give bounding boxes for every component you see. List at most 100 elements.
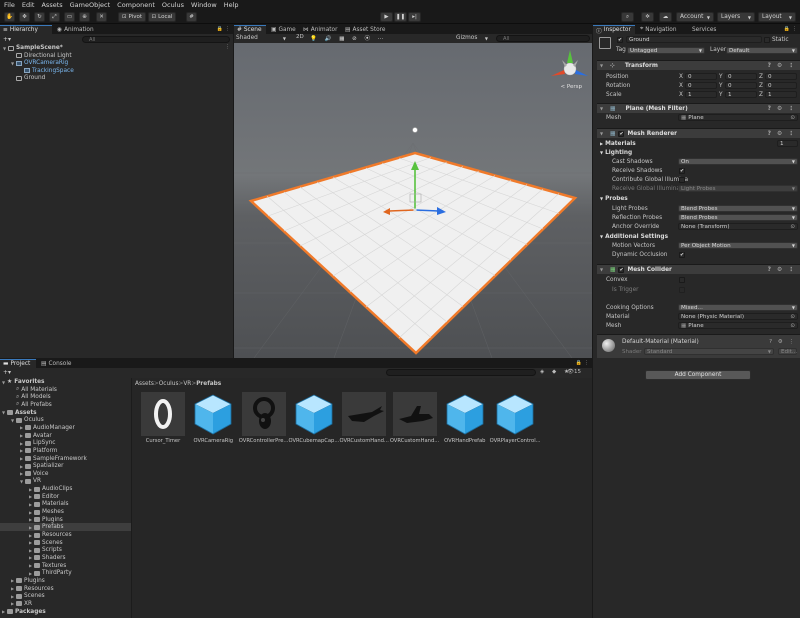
lock-icon[interactable]: 🔒: [576, 360, 582, 366]
perspective-label[interactable]: < Persp: [561, 84, 582, 90]
play-button[interactable]: ▶: [380, 12, 393, 22]
tab-game[interactable]: ▣ Game: [268, 25, 298, 34]
add-icon[interactable]: +▾: [3, 36, 11, 43]
receive-shadows-checkbox[interactable]: ✔: [679, 168, 685, 174]
transform-header[interactable]: ▼ ⊹ Transform ? ⚙ ⋮: [597, 60, 800, 70]
rotate-tool-icon[interactable]: ↻: [34, 12, 45, 22]
scene-toggles-icons[interactable]: 💡 🔊 ▦ ⊘ ⦿ ⋯: [310, 34, 386, 42]
menu-component[interactable]: Component: [117, 1, 155, 9]
menu-edit[interactable]: Edit: [22, 1, 35, 9]
tab-hierarchy[interactable]: ≡ Hierarchy: [0, 25, 52, 34]
mesh-filter-header[interactable]: ▼ ▦ Plane (Mesh Filter) ? ⚙ ⋮: [597, 103, 800, 113]
transform-position-y-field[interactable]: 0: [725, 73, 757, 80]
tab-console[interactable]: ▤ Console: [38, 359, 74, 368]
cast-shadows-dropdown[interactable]: On ▼: [678, 158, 798, 165]
materials-count-field[interactable]: 1: [777, 140, 798, 147]
object-picker-icon[interactable]: ⊙: [790, 115, 795, 120]
more-menu-icon[interactable]: ⋮: [225, 26, 230, 32]
scene-menu-icon[interactable]: ⋮: [225, 44, 230, 50]
tab-animation[interactable]: ◉ Animation: [54, 25, 102, 34]
layer-dropdown[interactable]: Default ▼: [726, 47, 798, 54]
additional-settings-foldout[interactable]: ▼ Additional Settings: [600, 234, 668, 240]
tab-asset-store[interactable]: ▤ Asset Store: [342, 25, 390, 34]
asset-item[interactable]: OVRPlayerControl...: [488, 392, 541, 452]
static-checkbox[interactable]: [764, 37, 770, 43]
mesh-field[interactable]: ▦ Plane ⊙: [678, 114, 798, 121]
menu-file[interactable]: File: [4, 1, 15, 9]
object-picker-icon[interactable]: ⊙: [790, 314, 795, 319]
shader-dropdown[interactable]: Standard ▼: [644, 348, 774, 355]
menu-help[interactable]: Help: [224, 1, 239, 9]
asset-item[interactable]: OVRHandPrefab: [438, 392, 488, 452]
project-search-input[interactable]: [386, 369, 536, 376]
convex-checkbox[interactable]: [679, 277, 685, 283]
collider-material-field[interactable]: None (Physic Material) ⊙: [678, 313, 798, 320]
shading-mode-dropdown[interactable]: Shaded ▼: [236, 34, 286, 42]
add-component-button[interactable]: Add Component: [645, 370, 751, 380]
transform-scale-z-field[interactable]: 1: [765, 91, 797, 98]
tab-scene[interactable]: # Scene: [234, 25, 266, 34]
tag-dropdown[interactable]: Untagged ▼: [627, 47, 705, 54]
lock-icon[interactable]: 🔒: [217, 26, 223, 32]
asset-item[interactable]: OVRCustomHand...: [337, 392, 389, 452]
component-menu-icon[interactable]: ? ⚙ ⋮: [768, 267, 796, 273]
cooking-options-dropdown[interactable]: Mixed... ▼: [678, 304, 798, 311]
lock-icon[interactable]: 🔒: [784, 26, 790, 32]
tab-animator[interactable]: ⋈ Animator: [300, 25, 340, 34]
hierarchy-search-input[interactable]: All: [82, 36, 230, 43]
hierarchy-item[interactable]: Ground: [0, 74, 233, 82]
mesh-collider-header[interactable]: ▼ ▦ ✔ Mesh Collider ? ⚙ ⋮: [597, 264, 800, 274]
pause-button[interactable]: ❚❚: [394, 12, 407, 22]
more-menu-icon[interactable]: ⋮: [584, 360, 589, 366]
materials-foldout[interactable]: ▶ Materials: [600, 141, 636, 147]
add-icon[interactable]: +▾: [3, 369, 11, 376]
collab-icon[interactable]: ✲: [641, 12, 654, 22]
light-probes-dropdown[interactable]: Blend Probes ▼: [678, 205, 798, 212]
component-menu-icon[interactable]: ? ⚙ ⋮: [768, 131, 796, 137]
menu-assets[interactable]: Assets: [41, 1, 62, 9]
visibility-icon[interactable]: 👁15: [567, 369, 581, 375]
asset-item[interactable]: Cursor_Timer: [136, 392, 186, 452]
object-picker-icon[interactable]: ⊙: [790, 224, 795, 229]
mode-2d-toggle[interactable]: 2D: [296, 34, 304, 42]
mesh-collider-enabled-checkbox[interactable]: ✔: [618, 266, 625, 273]
transform-rotation-z-field[interactable]: 0: [765, 82, 797, 89]
transform-position-x-field[interactable]: 0: [685, 73, 717, 80]
account-dropdown[interactable]: Account ▼: [676, 12, 714, 22]
more-menu-icon[interactable]: ⋮: [792, 26, 797, 32]
transform-rotation-x-field[interactable]: 0: [685, 82, 717, 89]
scale-tool-icon[interactable]: ⤢: [49, 12, 60, 22]
breadcrumb-item[interactable]: Prefabs: [196, 381, 221, 387]
layers-dropdown[interactable]: Layers ▼: [717, 12, 755, 22]
hand-tool-icon[interactable]: ✋: [4, 12, 15, 22]
object-name-field[interactable]: Ground: [626, 36, 762, 43]
breadcrumb-item[interactable]: VR: [183, 381, 191, 387]
cloud-icon[interactable]: ☁: [659, 12, 672, 22]
asset-item[interactable]: OVRCameraRig: [186, 392, 236, 452]
component-menu-icon[interactable]: ? ⚙ ⋮: [768, 106, 796, 112]
pivot-toggle[interactable]: ⊡ Pivot: [118, 12, 146, 22]
asset-item[interactable]: OVRCubemapCap...: [287, 392, 339, 452]
search-icon[interactable]: ⌕: [621, 12, 634, 22]
transform-scale-y-field[interactable]: 1: [725, 91, 757, 98]
breadcrumb-item[interactable]: Assets: [135, 381, 154, 387]
dynamic-occlusion-checkbox[interactable]: ✔: [679, 252, 685, 258]
active-checkbox[interactable]: ✔: [617, 37, 623, 43]
scene-search-input[interactable]: All: [496, 35, 590, 42]
local-toggle[interactable]: ⊡ Local: [148, 12, 176, 22]
transform-position-z-field[interactable]: 0: [765, 73, 797, 80]
asset-item[interactable]: OVRCustomHand...: [388, 392, 439, 452]
transform-tool-icon[interactable]: ⊕: [79, 12, 90, 22]
menu-oculus[interactable]: Oculus: [162, 1, 184, 9]
shader-edit-button[interactable]: Edit...: [778, 348, 797, 355]
step-button[interactable]: ▸|: [408, 12, 421, 22]
contribute-gi-checkbox[interactable]: [679, 177, 685, 183]
anchor-override-field[interactable]: None (Transform) ⊙: [678, 223, 798, 230]
orientation-gizmo[interactable]: [551, 50, 588, 76]
transform-scale-x-field[interactable]: 1: [685, 91, 717, 98]
grid-snap-icon[interactable]: #: [186, 12, 197, 22]
reflection-probes-dropdown[interactable]: Blend Probes ▼: [678, 214, 798, 221]
scene-viewport[interactable]: < Persp: [234, 43, 592, 358]
ground-plane[interactable]: [248, 151, 578, 355]
motion-vectors-dropdown[interactable]: Per Object Motion ▼: [678, 242, 798, 249]
